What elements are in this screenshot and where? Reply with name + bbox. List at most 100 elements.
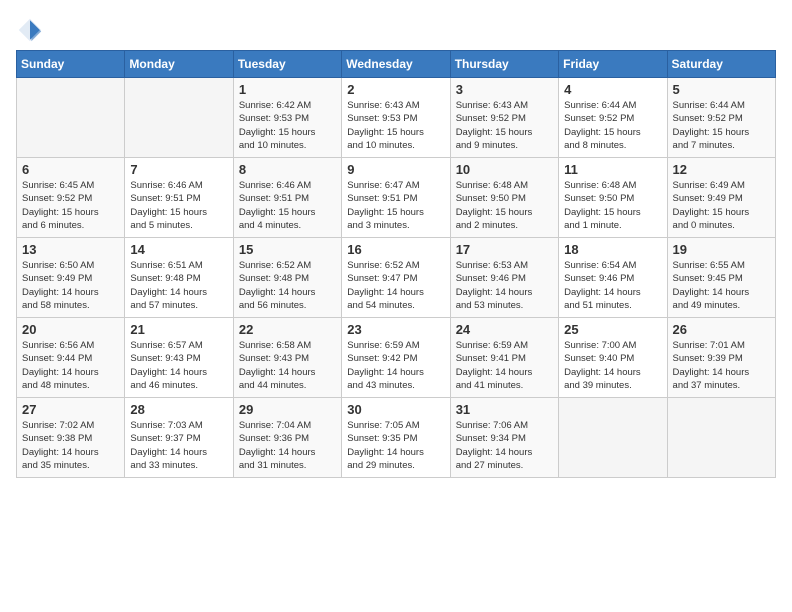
calendar-cell: 21 Sunrise: 6:57 AMSunset: 9:43 PMDayligh…	[125, 318, 233, 398]
calendar-cell: 17 Sunrise: 6:53 AMSunset: 9:46 PMDayligh…	[450, 238, 558, 318]
calendar-cell: 12 Sunrise: 6:49 AMSunset: 9:49 PMDayligh…	[667, 158, 775, 238]
day-info: Sunrise: 6:45 AMSunset: 9:52 PMDaylight:…	[22, 179, 119, 232]
calendar-cell: 18Sunrise: 6:54 AMSunset: 9:46 PMDayligh…	[559, 238, 667, 318]
calendar-cell: 27 Sunrise: 7:02 AMSunset: 9:38 PMDayligh…	[17, 398, 125, 478]
day-number: 13	[22, 242, 119, 257]
calendar-cell: 6Sunrise: 6:45 AMSunset: 9:52 PMDaylight…	[17, 158, 125, 238]
day-number: 7	[130, 162, 227, 177]
day-info: Sunrise: 6:46 AMSunset: 9:51 PMDaylight:…	[130, 179, 227, 232]
day-info: Sunrise: 7:02 AMSunset: 9:38 PMDaylight:…	[22, 419, 119, 472]
day-info: Sunrise: 7:04 AMSunset: 9:36 PMDaylight:…	[239, 419, 336, 472]
calendar-cell: 2Sunrise: 6:43 AMSunset: 9:53 PMDaylight…	[342, 78, 450, 158]
day-number: 31	[456, 402, 553, 417]
calendar-cell	[17, 78, 125, 158]
calendar-cell: 16 Sunrise: 6:52 AMSunset: 9:47 PMDayligh…	[342, 238, 450, 318]
week-row-3: 13 Sunrise: 6:50 AMSunset: 9:49 PMDayligh…	[17, 238, 776, 318]
day-header-sunday: Sunday	[17, 51, 125, 78]
day-info: Sunrise: 6:58 AMSunset: 9:43 PMDaylight:…	[239, 339, 336, 392]
calendar-table: SundayMondayTuesdayWednesdayThursdayFrid…	[16, 50, 776, 478]
day-info: Sunrise: 6:49 AMSunset: 9:49 PMDaylight:…	[673, 179, 770, 232]
day-info: Sunrise: 6:42 AMSunset: 9:53 PMDaylight:…	[239, 99, 336, 152]
page-header	[16, 16, 776, 44]
calendar-cell: 19 Sunrise: 6:55 AMSunset: 9:45 PMDayligh…	[667, 238, 775, 318]
day-header-saturday: Saturday	[667, 51, 775, 78]
calendar-cell: 14Sunrise: 6:51 AMSunset: 9:48 PMDayligh…	[125, 238, 233, 318]
day-number: 17	[456, 242, 553, 257]
calendar-cell: 26 Sunrise: 7:01 AMSunset: 9:39 PMDayligh…	[667, 318, 775, 398]
day-info: Sunrise: 6:57 AMSunset: 9:43 PMDaylight:…	[130, 339, 227, 392]
day-number: 29	[239, 402, 336, 417]
day-number: 4	[564, 82, 661, 97]
calendar-cell: 8 Sunrise: 6:46 AMSunset: 9:51 PMDaylight…	[233, 158, 341, 238]
day-number: 24	[456, 322, 553, 337]
day-number: 15	[239, 242, 336, 257]
day-number: 23	[347, 322, 444, 337]
day-number: 27	[22, 402, 119, 417]
day-info: Sunrise: 6:43 AMSunset: 9:53 PMDaylight:…	[347, 99, 444, 152]
calendar-cell: 9 Sunrise: 6:47 AMSunset: 9:51 PMDaylight…	[342, 158, 450, 238]
week-row-4: 20Sunrise: 6:56 AMSunset: 9:44 PMDayligh…	[17, 318, 776, 398]
day-number: 28	[130, 402, 227, 417]
calendar-cell	[667, 398, 775, 478]
day-number: 10	[456, 162, 553, 177]
day-info: Sunrise: 6:59 AMSunset: 9:41 PMDaylight:…	[456, 339, 553, 392]
calendar-cell: 1Sunrise: 6:42 AMSunset: 9:53 PMDaylight…	[233, 78, 341, 158]
calendar-cell: 28Sunrise: 7:03 AMSunset: 9:37 PMDayligh…	[125, 398, 233, 478]
day-number: 26	[673, 322, 770, 337]
calendar-cell: 15 Sunrise: 6:52 AMSunset: 9:48 PMDayligh…	[233, 238, 341, 318]
day-number: 21	[130, 322, 227, 337]
day-info: Sunrise: 6:47 AMSunset: 9:51 PMDaylight:…	[347, 179, 444, 232]
calendar-cell: 13 Sunrise: 6:50 AMSunset: 9:49 PMDayligh…	[17, 238, 125, 318]
calendar-cell: 4 Sunrise: 6:44 AMSunset: 9:52 PMDaylight…	[559, 78, 667, 158]
calendar-cell: 3 Sunrise: 6:43 AMSunset: 9:52 PMDaylight…	[450, 78, 558, 158]
day-info: Sunrise: 6:44 AMSunset: 9:52 PMDaylight:…	[564, 99, 661, 152]
day-info: Sunrise: 6:46 AMSunset: 9:51 PMDaylight:…	[239, 179, 336, 232]
day-info: Sunrise: 6:53 AMSunset: 9:46 PMDaylight:…	[456, 259, 553, 312]
day-info: Sunrise: 6:55 AMSunset: 9:45 PMDaylight:…	[673, 259, 770, 312]
day-info: Sunrise: 6:54 AMSunset: 9:46 PMDaylight:…	[564, 259, 661, 312]
day-header-wednesday: Wednesday	[342, 51, 450, 78]
day-number: 12	[673, 162, 770, 177]
day-info: Sunrise: 6:48 AMSunset: 9:50 PMDaylight:…	[564, 179, 661, 232]
day-number: 25	[564, 322, 661, 337]
day-info: Sunrise: 7:00 AMSunset: 9:40 PMDaylight:…	[564, 339, 661, 392]
calendar-cell: 29 Sunrise: 7:04 AMSunset: 9:36 PMDayligh…	[233, 398, 341, 478]
day-info: Sunrise: 6:52 AMSunset: 9:48 PMDaylight:…	[239, 259, 336, 312]
day-info: Sunrise: 6:44 AMSunset: 9:52 PMDaylight:…	[673, 99, 770, 152]
day-header-monday: Monday	[125, 51, 233, 78]
calendar-cell: 11 Sunrise: 6:48 AMSunset: 9:50 PMDayligh…	[559, 158, 667, 238]
day-number: 8	[239, 162, 336, 177]
week-row-2: 6Sunrise: 6:45 AMSunset: 9:52 PMDaylight…	[17, 158, 776, 238]
day-header-thursday: Thursday	[450, 51, 558, 78]
calendar-cell	[559, 398, 667, 478]
day-info: Sunrise: 6:50 AMSunset: 9:49 PMDaylight:…	[22, 259, 119, 312]
day-header-tuesday: Tuesday	[233, 51, 341, 78]
day-info: Sunrise: 6:59 AMSunset: 9:42 PMDaylight:…	[347, 339, 444, 392]
day-info: Sunrise: 6:52 AMSunset: 9:47 PMDaylight:…	[347, 259, 444, 312]
calendar-cell: 22Sunrise: 6:58 AMSunset: 9:43 PMDayligh…	[233, 318, 341, 398]
calendar-cell: 25 Sunrise: 7:00 AMSunset: 9:40 PMDayligh…	[559, 318, 667, 398]
day-header-friday: Friday	[559, 51, 667, 78]
calendar-cell: 10 Sunrise: 6:48 AMSunset: 9:50 PMDayligh…	[450, 158, 558, 238]
day-number: 30	[347, 402, 444, 417]
calendar-cell: 20Sunrise: 6:56 AMSunset: 9:44 PMDayligh…	[17, 318, 125, 398]
week-row-5: 27 Sunrise: 7:02 AMSunset: 9:38 PMDayligh…	[17, 398, 776, 478]
day-number: 11	[564, 162, 661, 177]
calendar-cell: 7 Sunrise: 6:46 AMSunset: 9:51 PMDaylight…	[125, 158, 233, 238]
day-number: 9	[347, 162, 444, 177]
logo	[16, 16, 48, 44]
day-info: Sunrise: 6:43 AMSunset: 9:52 PMDaylight:…	[456, 99, 553, 152]
day-info: Sunrise: 7:05 AMSunset: 9:35 PMDaylight:…	[347, 419, 444, 472]
day-number: 20	[22, 322, 119, 337]
day-number: 5	[673, 82, 770, 97]
day-number: 3	[456, 82, 553, 97]
day-info: Sunrise: 6:48 AMSunset: 9:50 PMDaylight:…	[456, 179, 553, 232]
calendar-cell: 30 Sunrise: 7:05 AMSunset: 9:35 PMDayligh…	[342, 398, 450, 478]
day-info: Sunrise: 7:06 AMSunset: 9:34 PMDaylight:…	[456, 419, 553, 472]
calendar-cell: 5 Sunrise: 6:44 AMSunset: 9:52 PMDaylight…	[667, 78, 775, 158]
day-number: 16	[347, 242, 444, 257]
calendar-cell: 24 Sunrise: 6:59 AMSunset: 9:41 PMDayligh…	[450, 318, 558, 398]
day-info: Sunrise: 7:01 AMSunset: 9:39 PMDaylight:…	[673, 339, 770, 392]
day-number: 19	[673, 242, 770, 257]
day-info: Sunrise: 6:51 AMSunset: 9:48 PMDaylight:…	[130, 259, 227, 312]
